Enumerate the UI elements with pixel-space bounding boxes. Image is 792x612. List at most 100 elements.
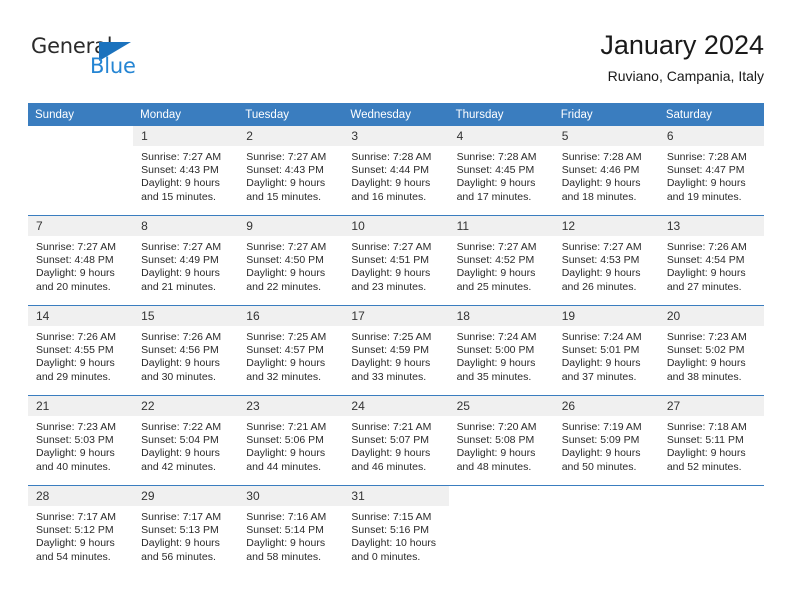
day-sun-info: Sunrise: 7:26 AM Sunset: 4:55 PM Daylight:… <box>28 326 133 384</box>
day-sun-info: Sunrise: 7:28 AM Sunset: 4:46 PM Daylight:… <box>554 146 659 204</box>
sunset-text: Sunset: 5:14 PM <box>246 524 324 537</box>
calendar-day-cell[interactable]: 30 Sunrise: 7:16 AM Sunset: 5:14 PM Dayligh… <box>238 485 344 575</box>
daylight-text-line1: Daylight: 9 hours <box>141 177 220 190</box>
daylight-text-line2: and 18 minutes. <box>561 190 637 203</box>
calendar-day-cell[interactable]: 15 Sunrise: 7:26 AM Sunset: 4:56 PM Dayligh… <box>133 305 239 396</box>
calendar-day-cell[interactable]: 16 Sunrise: 7:25 AM Sunset: 4:57 PM Dayligh… <box>238 305 344 396</box>
daylight-text-line2: and 38 minutes. <box>666 370 742 383</box>
day-number: 24 <box>343 396 449 416</box>
daylight-text-line2: and 35 minutes. <box>456 370 532 383</box>
day-number: 20 <box>658 306 764 326</box>
sunrise-text: Sunrise: 7:27 AM <box>456 241 537 253</box>
day-number: 6 <box>658 126 764 146</box>
calendar-day-cell[interactable]: 27 Sunrise: 7:18 AM Sunset: 5:11 PM Dayligh… <box>658 395 764 486</box>
daylight-text-line2: and 19 minutes. <box>666 190 742 203</box>
calendar-day-cell[interactable]: 18 Sunrise: 7:24 AM Sunset: 5:00 PM Dayligh… <box>448 305 554 396</box>
daylight-text-line2: and 42 minutes. <box>141 460 216 473</box>
sunrise-text: Sunrise: 7:28 AM <box>456 151 537 163</box>
sunrise-text: Sunrise: 7:17 AM <box>36 511 116 523</box>
sunset-text: Sunset: 4:50 PM <box>246 254 324 267</box>
calendar-day-cell[interactable]: 7 Sunrise: 7:27 AM Sunset: 4:48 PM Daylight… <box>28 215 134 306</box>
calendar-day-cell[interactable]: 19 Sunrise: 7:24 AM Sunset: 5:01 PM Dayligh… <box>553 305 659 396</box>
day-sun-info: Sunrise: 7:28 AM Sunset: 4:45 PM Daylight:… <box>449 146 554 204</box>
daylight-text-line1: Daylight: 10 hours <box>351 537 437 550</box>
day-number: 10 <box>343 216 449 236</box>
sunset-text: Sunset: 4:46 PM <box>561 164 640 177</box>
day-sun-info: Sunrise: 7:19 AM Sunset: 5:09 PM Daylight:… <box>554 416 659 474</box>
daylight-text-line1: Daylight: 9 hours <box>246 447 326 460</box>
daylight-text-line2: and 33 minutes. <box>351 370 427 383</box>
day-sun-info: Sunrise: 7:18 AM Sunset: 5:11 PM Daylight:… <box>659 416 764 474</box>
sunset-text: Sunset: 5:13 PM <box>141 524 219 537</box>
daylight-text-line1: Daylight: 9 hours <box>246 267 326 280</box>
calendar-day-cell[interactable]: 28 Sunrise: 7:17 AM Sunset: 5:12 PM Dayligh… <box>28 485 134 575</box>
calendar-day-cell[interactable]: 13 Sunrise: 7:26 AM Sunset: 4:54 PM Dayligh… <box>658 215 764 306</box>
calendar-week-row: 14 Sunrise: 7:26 AM Sunset: 4:55 PM Dayligh… <box>28 305 764 396</box>
calendar-day-cell[interactable]: 11 Sunrise: 7:27 AM Sunset: 4:52 PM Dayligh… <box>448 215 554 306</box>
calendar-day-cell[interactable]: 20 Sunrise: 7:23 AM Sunset: 5:02 PM Dayligh… <box>658 305 764 396</box>
daylight-text-line1: Daylight: 9 hours <box>36 267 115 280</box>
daylight-text-line1: Daylight: 9 hours <box>141 537 220 550</box>
daylight-text-line1: Daylight: 9 hours <box>561 357 641 370</box>
sunrise-text: Sunrise: 7:23 AM <box>36 421 116 433</box>
sunset-text: Sunset: 5:02 PM <box>666 344 745 357</box>
daylight-text-line1: Daylight: 9 hours <box>666 267 746 280</box>
day-number: 5 <box>553 126 659 146</box>
daylight-text-line2: and 32 minutes. <box>246 370 321 383</box>
day-number: 4 <box>448 126 554 146</box>
daylight-text-line2: and 20 minutes. <box>36 280 111 293</box>
calendar-grid: Sunday Monday Tuesday Wednesday Thursday… <box>28 103 764 575</box>
calendar-day-cell[interactable]: 25 Sunrise: 7:20 AM Sunset: 5:08 PM Dayligh… <box>448 395 554 486</box>
calendar-day-cell[interactable]: 31 Sunrise: 7:15 AM Sunset: 5:16 PM Dayligh… <box>343 485 449 575</box>
day-number: 18 <box>448 306 554 326</box>
daylight-text-line2: and 22 minutes. <box>246 280 321 293</box>
calendar-day-cell[interactable]: 2 Sunrise: 7:27 AM Sunset: 4:43 PM Daylight… <box>238 126 344 216</box>
calendar-day-cell[interactable]: 23 Sunrise: 7:21 AM Sunset: 5:06 PM Dayligh… <box>238 395 344 486</box>
weekday-header-tuesday: Tuesday <box>238 103 344 126</box>
daylight-text-line1: Daylight: 9 hours <box>246 177 326 190</box>
calendar-day-cell[interactable]: 24 Sunrise: 7:21 AM Sunset: 5:07 PM Dayligh… <box>343 395 449 486</box>
calendar-day-cell[interactable]: 4 Sunrise: 7:28 AM Sunset: 4:45 PM Daylight… <box>448 126 554 216</box>
weekday-header-row: Sunday Monday Tuesday Wednesday Thursday… <box>28 103 764 126</box>
calendar-day-cell[interactable]: 8 Sunrise: 7:27 AM Sunset: 4:49 PM Daylight… <box>133 215 239 306</box>
calendar-day-cell[interactable]: 21 Sunrise: 7:23 AM Sunset: 5:03 PM Dayligh… <box>28 395 134 486</box>
weekday-header-wednesday: Wednesday <box>343 103 449 126</box>
daylight-text-line2: and 15 minutes. <box>141 190 216 203</box>
day-number: 26 <box>553 396 659 416</box>
daylight-text-line2: and 52 minutes. <box>666 460 742 473</box>
calendar-day-cell[interactable]: 5 Sunrise: 7:28 AM Sunset: 4:46 PM Daylight… <box>553 126 659 216</box>
calendar-day-cell[interactable]: 14 Sunrise: 7:26 AM Sunset: 4:55 PM Dayligh… <box>28 305 134 396</box>
daylight-text-line1: Daylight: 9 hours <box>36 447 115 460</box>
daylight-text-line2: and 37 minutes. <box>561 370 637 383</box>
calendar-day-cell[interactable]: 29 Sunrise: 7:17 AM Sunset: 5:13 PM Dayligh… <box>133 485 239 575</box>
sunset-text: Sunset: 5:08 PM <box>456 434 535 447</box>
sunset-text: Sunset: 4:56 PM <box>141 344 219 357</box>
daylight-text-line1: Daylight: 9 hours <box>141 267 220 280</box>
daylight-text-line1: Daylight: 9 hours <box>351 447 431 460</box>
day-sun-info: Sunrise: 7:27 AM Sunset: 4:43 PM Daylight:… <box>238 146 343 204</box>
day-sun-info: Sunrise: 7:27 AM Sunset: 4:50 PM Daylight:… <box>238 236 343 294</box>
sunrise-text: Sunrise: 7:28 AM <box>561 151 642 163</box>
daylight-text-line1: Daylight: 9 hours <box>456 177 536 190</box>
calendar-day-cell[interactable]: 10 Sunrise: 7:27 AM Sunset: 4:51 PM Dayligh… <box>343 215 449 306</box>
calendar-day-cell[interactable]: 1 Sunrise: 7:27 AM Sunset: 4:43 PM Daylight… <box>133 126 239 216</box>
calendar-day-cell[interactable]: 9 Sunrise: 7:27 AM Sunset: 4:50 PM Daylight… <box>238 215 344 306</box>
calendar-day-cell[interactable]: 17 Sunrise: 7:25 AM Sunset: 4:59 PM Dayligh… <box>343 305 449 396</box>
day-number: 17 <box>343 306 449 326</box>
calendar-day-cell[interactable]: 6 Sunrise: 7:28 AM Sunset: 4:47 PM Daylight… <box>658 126 764 216</box>
calendar-day-cell[interactable]: 12 Sunrise: 7:27 AM Sunset: 4:53 PM Dayligh… <box>553 215 659 306</box>
day-number: 11 <box>448 216 554 236</box>
sunrise-text: Sunrise: 7:27 AM <box>246 151 327 163</box>
daylight-text-line2: and 46 minutes. <box>351 460 427 473</box>
day-sun-info: Sunrise: 7:24 AM Sunset: 5:00 PM Daylight:… <box>449 326 554 384</box>
calendar-day-cell[interactable]: 3 Sunrise: 7:28 AM Sunset: 4:44 PM Daylight… <box>343 126 449 216</box>
general-blue-logo[interactable]: General Blue <box>31 34 231 90</box>
calendar-day-cell[interactable]: 26 Sunrise: 7:19 AM Sunset: 5:09 PM Dayligh… <box>553 395 659 486</box>
calendar-page: General Blue January 2024 Ruviano, Campa… <box>0 0 792 612</box>
day-number <box>28 126 133 146</box>
calendar-day-cell[interactable]: 22 Sunrise: 7:22 AM Sunset: 5:04 PM Dayligh… <box>133 395 239 486</box>
daylight-text-line1: Daylight: 9 hours <box>36 357 115 370</box>
day-sun-info: Sunrise: 7:21 AM Sunset: 5:07 PM Daylight:… <box>343 416 448 474</box>
day-sun-info: Sunrise: 7:28 AM Sunset: 4:44 PM Daylight:… <box>343 146 448 204</box>
daylight-text-line1: Daylight: 9 hours <box>246 537 326 550</box>
